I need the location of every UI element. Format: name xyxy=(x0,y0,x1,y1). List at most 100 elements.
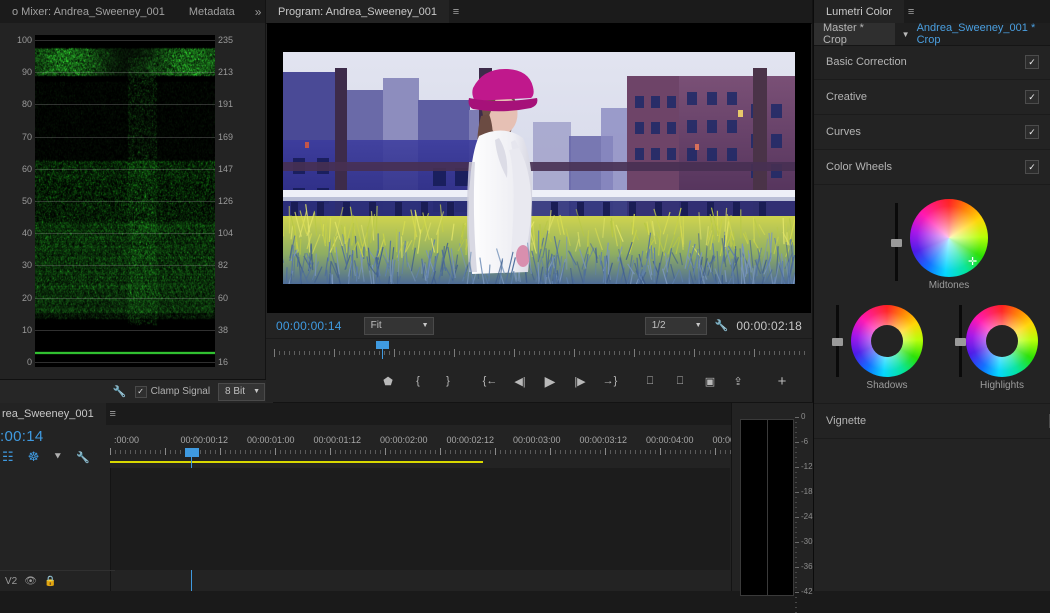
midtones-label: Midtones xyxy=(910,280,988,291)
ruler-tick xyxy=(529,351,530,355)
midtones-slider-knob[interactable] xyxy=(891,239,902,247)
video-frame xyxy=(283,52,795,284)
lumetri-section-vignette[interactable]: Vignette ✓ xyxy=(814,403,1050,439)
ruler-tick xyxy=(584,351,585,355)
program-video-area[interactable] xyxy=(267,23,811,313)
ruler-tick xyxy=(694,349,695,357)
lumetri-section-creative[interactable]: Creative✓ xyxy=(814,80,1050,115)
step-forward-button[interactable]: |▶ xyxy=(568,369,592,393)
timeline-ruler-label: 00:00:00:12 xyxy=(181,435,229,445)
ruler-tick xyxy=(664,351,665,355)
clamp-signal-checkbox[interactable]: ✓ Clamp Signal xyxy=(135,386,210,398)
lumetri-section-checkbox[interactable]: ✓ xyxy=(1025,55,1039,69)
work-area-bar[interactable] xyxy=(110,461,483,463)
audio-meter-well[interactable] xyxy=(740,419,794,596)
lumetri-section-checkbox[interactable]: ✓ xyxy=(1025,160,1039,174)
shadows-slider-knob[interactable] xyxy=(832,338,843,346)
hamburger-icon[interactable]: ≡ xyxy=(449,0,463,23)
wrench-icon[interactable]: 🔧 xyxy=(715,319,729,332)
scope-display-area[interactable]: 1009080706050403020100 23521319116914712… xyxy=(0,23,265,379)
highlights-slider-knob[interactable] xyxy=(955,338,966,346)
wrench-icon[interactable]: 🔧 xyxy=(113,385,127,398)
ruler-tick xyxy=(714,351,715,355)
tab-program-monitor[interactable]: Program: Andrea_Sweeney_001 xyxy=(266,0,449,23)
scope-axis-label: 126 xyxy=(218,197,258,206)
extract-button[interactable]: ⎕ xyxy=(668,369,692,393)
highlights-wheel[interactable]: Highlights xyxy=(966,305,1038,391)
zoom-level-dropdown[interactable]: Fit ▼ xyxy=(364,317,434,335)
go-to-out-button[interactable]: →} xyxy=(598,369,622,393)
chevron-down-icon[interactable]: ▼ xyxy=(895,30,917,39)
comparison-view-button[interactable]: ⇪ xyxy=(726,369,750,393)
ruler-tick xyxy=(399,351,400,355)
scope-axis-label: 60 xyxy=(0,165,32,174)
go-to-in-button[interactable]: {← xyxy=(478,369,502,393)
timeline-ruler-label: 00:00:03:00 xyxy=(513,435,561,445)
program-time-ruler[interactable] xyxy=(266,338,812,361)
export-frame-button[interactable]: ▣ xyxy=(698,369,722,393)
ruler-tick xyxy=(280,450,281,454)
lumetri-section-checkbox[interactable]: ✓ xyxy=(1025,90,1039,104)
ruler-tick xyxy=(305,450,306,454)
grass-blade xyxy=(654,248,655,276)
track-header-v2[interactable]: V2 👁 🔒 xyxy=(0,570,115,591)
midtones-slider[interactable] xyxy=(895,203,898,281)
breadcrumb-clip[interactable]: Andrea_Sweeney_001 * Crop xyxy=(917,22,1050,46)
shadows-wheel-disc[interactable] xyxy=(851,305,923,377)
shadows-wheel[interactable]: Shadows xyxy=(851,305,923,391)
mark-in-button[interactable]: { xyxy=(406,369,430,393)
hamburger-icon[interactable]: ≡ xyxy=(904,0,918,23)
tab-lumetri-color[interactable]: Lumetri Color xyxy=(814,0,904,23)
highlights-slider[interactable] xyxy=(959,305,962,377)
lift-button[interactable]: ⎕ xyxy=(638,369,662,393)
playback-resolution-dropdown[interactable]: 1/2 ▼ xyxy=(645,317,707,335)
eye-icon[interactable]: 👁 xyxy=(24,576,37,587)
button-editor-button[interactable]: + xyxy=(770,369,794,393)
shadows-slider[interactable] xyxy=(836,305,839,377)
ruler-tick xyxy=(665,450,666,454)
tab-metadata[interactable]: Metadata xyxy=(177,0,247,23)
tab-timeline-sequence[interactable]: rea_Sweeney_001 xyxy=(0,403,106,426)
ruler-tick xyxy=(470,450,471,454)
program-tab-bar: Program: Andrea_Sweeney_001 ≡ xyxy=(266,0,812,24)
lock-icon[interactable]: 🔒 xyxy=(44,576,56,587)
timeline-ruler-ticks xyxy=(110,448,730,456)
lumetri-section-basic-correction[interactable]: Basic Correction✓ xyxy=(814,45,1050,80)
midtones-wheel[interactable]: ✛ Midtones xyxy=(910,199,988,291)
highlights-wheel-disc[interactable] xyxy=(966,305,1038,377)
ruler-tick xyxy=(449,351,450,355)
step-back-button[interactable]: ◀| xyxy=(508,369,532,393)
lumetri-section-list: Basic Correction✓Creative✓Curves✓Color W… xyxy=(814,45,1050,185)
ruler-tick xyxy=(299,351,300,355)
lumetri-section-curves[interactable]: Curves✓ xyxy=(814,115,1050,150)
meter-minor-tick xyxy=(795,422,797,423)
mark-out-button[interactable]: } xyxy=(436,369,460,393)
ruler-tick xyxy=(260,450,261,454)
add-marker-button[interactable]: ⬟ xyxy=(376,369,400,393)
breadcrumb-master[interactable]: Master * Crop xyxy=(814,23,895,45)
lumetri-section-color-wheels[interactable]: Color Wheels✓ xyxy=(814,150,1050,185)
wrench-icon[interactable]: 🔧 xyxy=(76,451,90,464)
ruler-tick xyxy=(734,351,735,355)
program-current-timecode[interactable]: 00:00:00:14 xyxy=(276,319,342,333)
playhead-stem xyxy=(382,349,383,359)
timeline-playhead[interactable] xyxy=(185,448,199,457)
timeline-time-ruler[interactable]: :00:0000:00:00:1200:00:01:0000:00:01:120… xyxy=(110,435,730,455)
timeline-current-timecode[interactable]: :00:14 xyxy=(0,428,44,445)
snap-toggle-icon[interactable]: ☷ xyxy=(2,449,14,465)
tab-audio-clip-mixer[interactable]: o Mixer: Andrea_Sweeney_001 xyxy=(0,0,177,23)
ruler-tick xyxy=(739,351,740,355)
linked-selection-icon[interactable]: ☸ xyxy=(28,449,40,465)
add-marker-icon[interactable]: ⯆ xyxy=(53,451,62,464)
ruler-tick xyxy=(160,450,161,454)
play-stop-button[interactable]: ▶ xyxy=(538,369,562,393)
lumetri-section-checkbox[interactable]: ✓ xyxy=(1025,125,1039,139)
program-playhead[interactable] xyxy=(376,341,389,353)
ruler-tick xyxy=(629,351,630,355)
scope-axis-label: 235 xyxy=(218,36,258,45)
grass-blade xyxy=(367,226,368,256)
grass-blade xyxy=(651,245,652,259)
bit-depth-dropdown[interactable]: 8 Bit ▼ xyxy=(218,383,265,401)
waveform-scope-canvas[interactable] xyxy=(35,35,215,367)
hamburger-icon[interactable]: ≡ xyxy=(106,403,120,426)
